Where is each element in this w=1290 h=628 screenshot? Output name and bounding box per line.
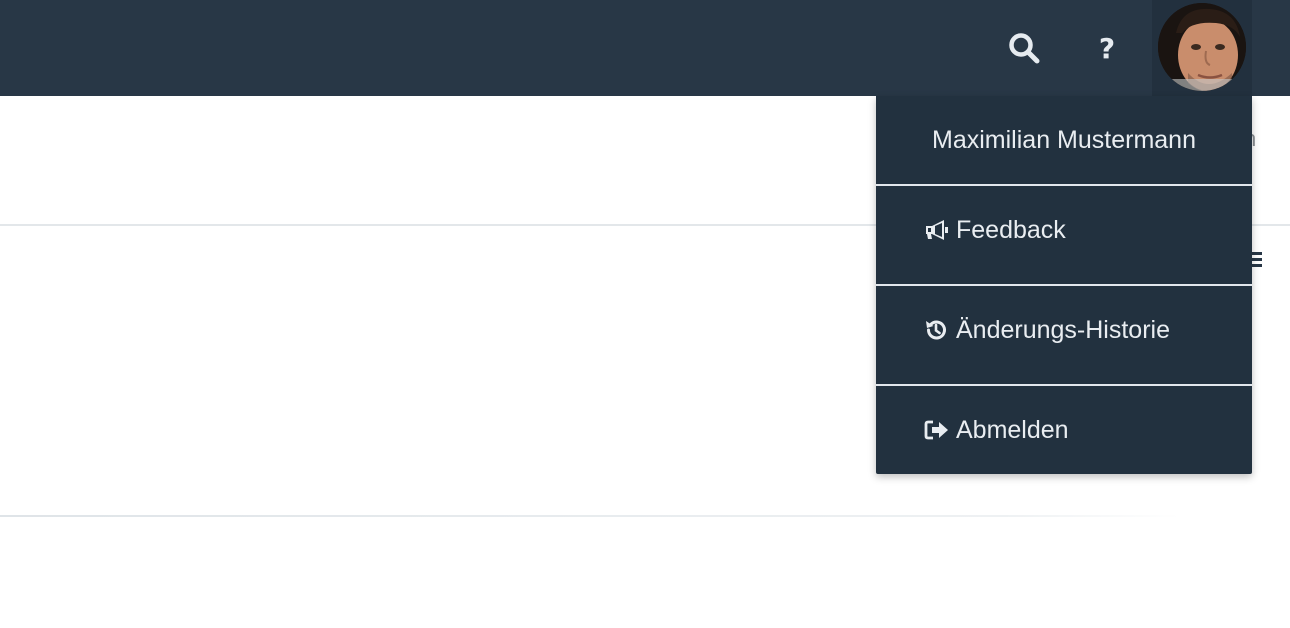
history-icon bbox=[924, 317, 952, 343]
menu-item-label: Feedback bbox=[956, 215, 1066, 244]
user-name: Maximilian Mustermann bbox=[932, 125, 1196, 154]
help-icon: ? bbox=[1098, 31, 1116, 65]
menu-item-label: Abmelden bbox=[956, 415, 1069, 444]
menu-item-label: Änderungs-Historie bbox=[956, 315, 1170, 344]
menu-item-feedback[interactable]: Feedback bbox=[876, 186, 1252, 274]
help-button[interactable]: ? bbox=[1082, 0, 1132, 96]
user-menu-toggle[interactable] bbox=[1152, 0, 1252, 96]
menu-item-logout[interactable]: Abmelden bbox=[876, 386, 1252, 474]
user-name-item: Maximilian Mustermann bbox=[876, 96, 1252, 184]
user-avatar bbox=[1158, 3, 1246, 91]
search-icon bbox=[1009, 33, 1040, 64]
search-button[interactable] bbox=[998, 0, 1050, 96]
content-divider bbox=[0, 515, 1180, 517]
sign-out-icon bbox=[924, 417, 952, 443]
megaphone-icon bbox=[924, 217, 952, 243]
menu-item-change-history[interactable]: Änderungs-Historie bbox=[876, 286, 1252, 374]
user-dropdown-menu: Maximilian Mustermann Feedback Änderungs… bbox=[876, 96, 1252, 474]
top-navigation-bar: ? bbox=[0, 0, 1290, 96]
